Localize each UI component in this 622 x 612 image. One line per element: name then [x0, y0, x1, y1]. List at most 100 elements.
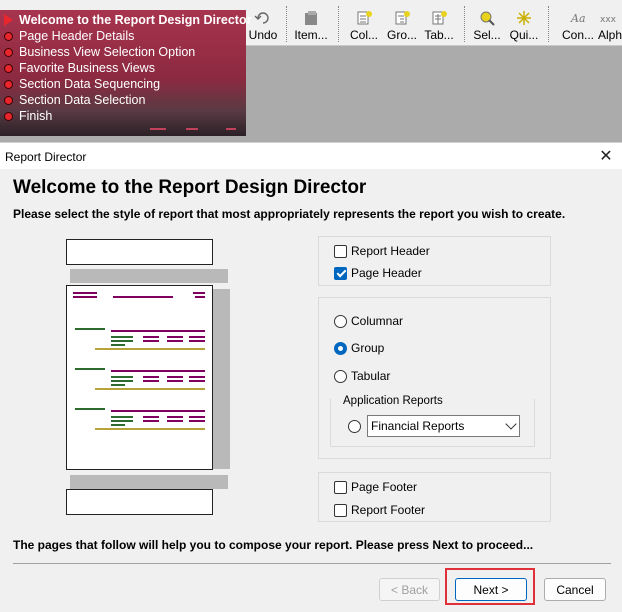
step-bullet-icon: [4, 31, 13, 41]
svg-text:xxx: xxx: [600, 15, 616, 25]
select-icon: [478, 10, 496, 26]
quick-button[interactable]: Qui...: [508, 6, 540, 42]
current-step-arrow-icon: [4, 14, 13, 26]
alpha-label: Alph: [598, 28, 622, 42]
step-bullet-icon: [4, 95, 13, 105]
undo-button[interactable]: Undo: [248, 6, 278, 42]
columnar-label: Col...: [349, 28, 378, 42]
radio-icon: [334, 314, 347, 328]
page-footer-checkbox[interactable]: Page Footer: [334, 480, 417, 494]
columnar-button[interactable]: Col...: [347, 6, 381, 42]
page-header-checkbox[interactable]: Page Header: [334, 266, 422, 280]
page-header-label: Page Header: [351, 266, 422, 280]
checkbox-box: [334, 480, 347, 494]
undo-label: Undo: [248, 28, 278, 42]
checkbox-checked-icon: [334, 266, 347, 280]
radio-icon: [348, 420, 361, 433]
item-label: Item...: [294, 28, 328, 42]
quick-label: Qui...: [509, 28, 539, 42]
cancel-button[interactable]: Cancel: [544, 578, 606, 601]
step-label: Section Data Sequencing: [19, 77, 161, 91]
step-bullet-icon: [4, 47, 13, 57]
group-button[interactable]: Gro...: [386, 6, 418, 42]
toolbar-separator: [464, 6, 465, 42]
divider: [13, 563, 611, 564]
toolbar-separator: [286, 6, 287, 42]
step-bullet-icon: [4, 63, 13, 73]
dialog-title: Report Director: [5, 150, 87, 164]
tabular-icon: [430, 10, 448, 26]
close-button[interactable]: ✕: [590, 143, 622, 169]
step-section-data-selection: Section Data Selection: [4, 92, 246, 108]
font-style-icon: Aa: [569, 10, 587, 26]
decorative-line: [186, 128, 198, 130]
checkbox-box: [334, 244, 347, 258]
condition-button[interactable]: Aa Con...: [560, 6, 596, 42]
select-label: Sel...: [473, 28, 501, 42]
item-button[interactable]: Item...: [292, 6, 330, 42]
decorative-line: [150, 128, 166, 130]
decorative-line: [226, 128, 236, 130]
steps-panel: Welcome to the Report Design Director Pa…: [0, 10, 251, 136]
item-icon: [302, 10, 320, 26]
next-button[interactable]: Next >: [455, 578, 527, 601]
step-finish: Finish: [4, 108, 246, 124]
application-reports-dropdown[interactable]: Financial Reports: [367, 415, 520, 437]
radio-selected-icon: [334, 341, 347, 355]
columnar-icon: [355, 10, 373, 26]
step-business-view-selection: Business View Selection Option: [4, 44, 246, 60]
toolbar-separator: [548, 6, 549, 42]
group-label: Gro...: [386, 28, 417, 42]
step-label: Section Data Selection: [19, 93, 146, 107]
step-welcome: Welcome to the Report Design Director: [4, 12, 251, 28]
checkbox-box: [334, 503, 347, 517]
tabular-radio[interactable]: Tabular: [334, 369, 390, 383]
page-footer-label: Page Footer: [351, 480, 418, 494]
back-button[interactable]: < Back: [379, 578, 440, 601]
tabular-button[interactable]: Tab...: [423, 6, 455, 42]
dropdown-selected-value: Financial Reports: [371, 419, 465, 433]
preview-page: [66, 285, 213, 470]
step-label: Page Header Details: [19, 29, 135, 43]
page-title: Welcome to the Report Design Director: [13, 177, 367, 198]
report-header-label: Report Header: [351, 244, 430, 258]
undo-icon: [254, 10, 272, 26]
chevron-down-icon: [505, 418, 517, 430]
group-label: Group: [351, 341, 385, 355]
step-section-data-sequencing: Section Data Sequencing: [4, 76, 246, 92]
report-footer-checkbox[interactable]: Report Footer: [334, 503, 425, 517]
alpha-icon: xxx: [598, 10, 617, 26]
step-bullet-icon: [4, 79, 13, 89]
tabular-label: Tabular: [351, 369, 391, 383]
group-radio[interactable]: Group: [334, 341, 384, 355]
dialog-titlebar: Report Director ✕: [0, 143, 622, 169]
close-icon: ✕: [599, 148, 613, 165]
alpha-button[interactable]: xxx Alph: [598, 6, 622, 42]
proceed-instructions: The pages that follow will help you to c…: [13, 538, 534, 552]
svg-text:Aa: Aa: [570, 12, 586, 25]
preview-report-footer: [66, 489, 213, 515]
step-label: Welcome to the Report Design Director: [19, 13, 252, 27]
preview-report-header: [66, 239, 213, 265]
step-label: Finish: [19, 109, 53, 123]
tabular-label: Tab...: [424, 28, 454, 42]
quick-icon: [515, 10, 533, 26]
step-favorite-business-views: Favorite Business Views: [4, 60, 246, 76]
application-reports-radio[interactable]: [348, 420, 365, 433]
step-label: Business View Selection Option: [19, 45, 196, 59]
report-director-dialog: Report Director ✕ Welcome to the Report …: [0, 142, 622, 612]
columnar-radio[interactable]: Columnar: [334, 314, 403, 328]
columnar-label: Columnar: [351, 314, 404, 328]
preview-shadow: [70, 269, 228, 283]
toolbar-separator: [338, 6, 339, 42]
instructions-text: Please select the style of report that m…: [13, 207, 566, 221]
preview-shadow: [70, 475, 228, 489]
application-reports-legend: Application Reports: [340, 395, 446, 407]
report-header-checkbox[interactable]: Report Header: [334, 244, 430, 258]
radio-icon: [334, 369, 347, 383]
select-button[interactable]: Sel...: [472, 6, 502, 42]
group-icon: [393, 10, 411, 26]
step-label: Favorite Business Views: [19, 61, 155, 75]
report-footer-label: Report Footer: [351, 503, 426, 517]
report-preview: [66, 239, 230, 519]
